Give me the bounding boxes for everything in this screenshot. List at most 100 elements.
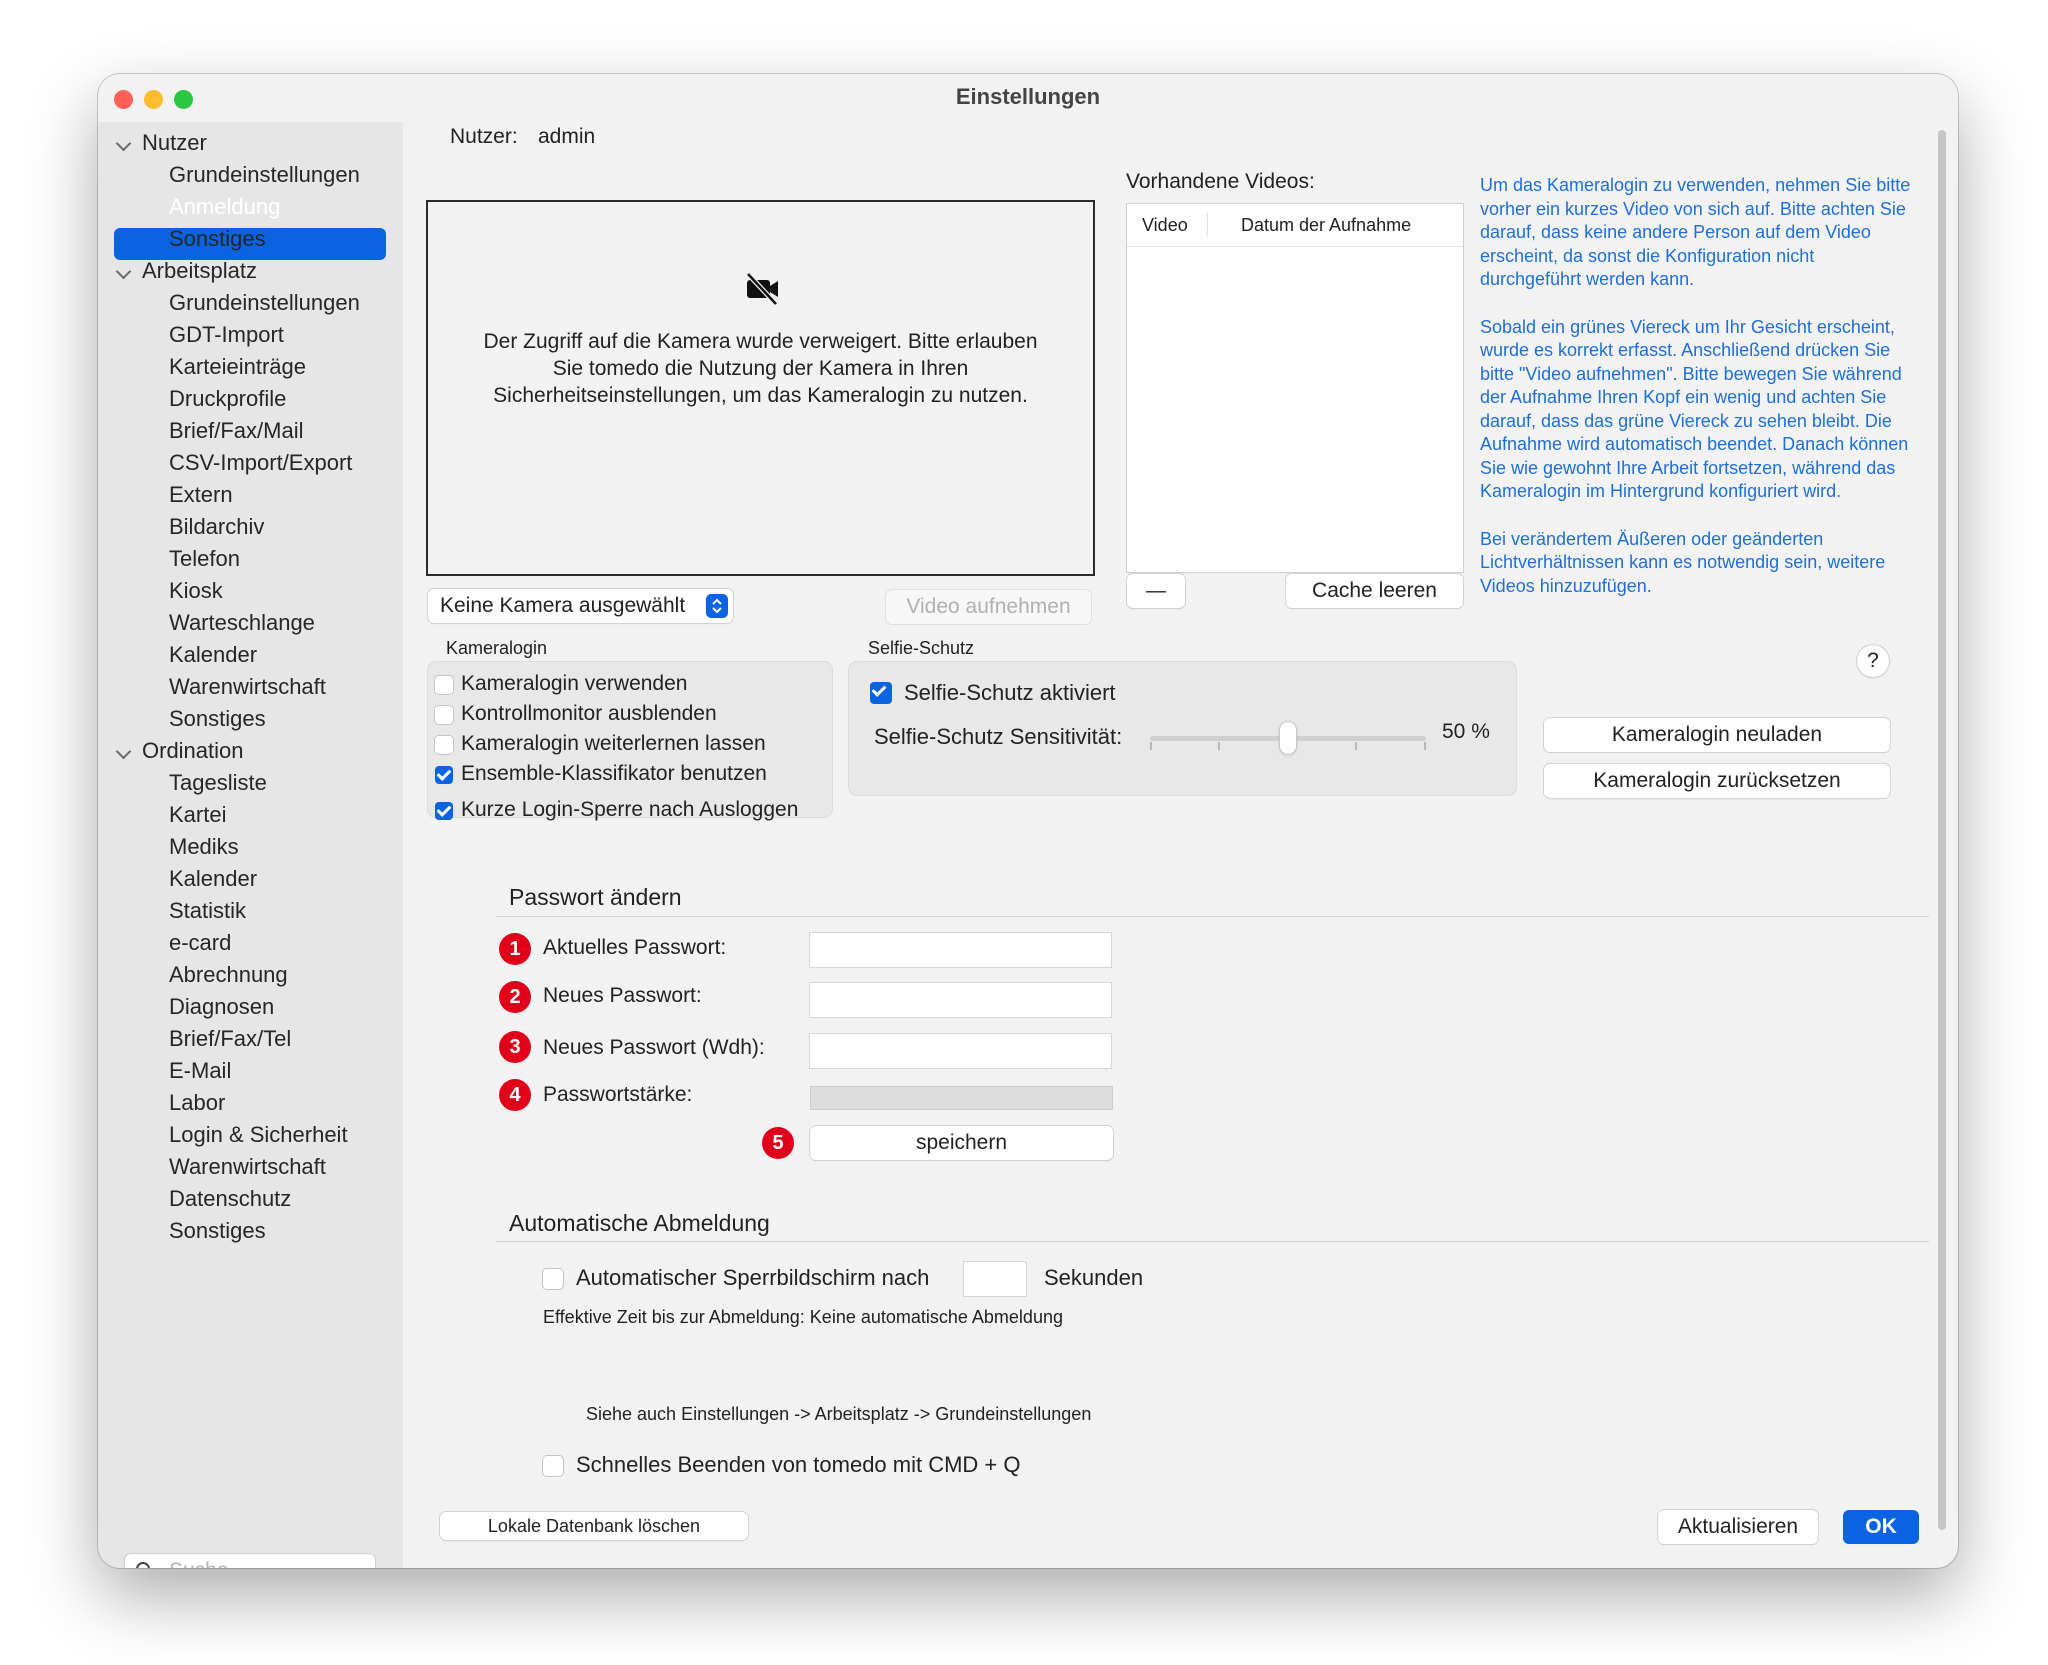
kameralogin-reset-button[interactable]: Kameralogin zurücksetzen — [1544, 764, 1890, 798]
password-strength-bar — [810, 1086, 1113, 1110]
current-password-label: Aktuelles Passwort: — [543, 936, 727, 959]
sidebar-item-karteieintraege[interactable]: Karteieinträge — [169, 351, 306, 383]
kameralogin-reload-button[interactable]: Kameralogin neuladen — [1544, 718, 1890, 752]
sidebar-item-ordination-sonstiges[interactable]: Sonstiges — [169, 1215, 266, 1247]
scrollbar-thumb[interactable] — [1938, 130, 1946, 1530]
sidebar-group-nutzer[interactable]: Nutzer — [142, 127, 207, 159]
slider-tick — [1424, 742, 1426, 750]
password-section-title: Passwort ändern — [509, 884, 682, 910]
selfie-enabled-checkbox[interactable] — [870, 682, 892, 704]
sidebar-item-e-card[interactable]: e-card — [169, 927, 231, 959]
remove-video-button[interactable]: — — [1127, 574, 1185, 608]
sidebar: Nutzer Grundeinstellungen Anmeldung Sons… — [98, 122, 403, 1568]
auto-lock-checkbox[interactable] — [543, 1269, 563, 1289]
seconds-label: Sekunden — [1044, 1265, 1144, 1290]
camera-select[interactable]: Keine Kamera ausgewählt — [428, 589, 733, 623]
quick-quit-checkbox[interactable] — [543, 1456, 563, 1476]
help-button[interactable]: ? — [1857, 645, 1889, 677]
slider-tick — [1218, 742, 1220, 750]
user-label: Nutzer: — [450, 125, 518, 148]
selfie-title: Selfie-Schutz — [868, 638, 975, 658]
sidebar-item-brief-fax-tel[interactable]: Brief/Fax/Tel — [169, 1023, 291, 1055]
title-bar: Einstellungen — [98, 74, 1958, 122]
sidebar-item-telefon[interactable]: Telefon — [169, 543, 240, 575]
videos-table[interactable]: Video Datum der Aufnahme — [1127, 204, 1463, 572]
password-strength-label: Passwortstärke: — [543, 1083, 693, 1106]
videos-title: Vorhandene Videos: — [1126, 170, 1315, 193]
new-password-label: Neues Passwort: — [543, 984, 702, 1007]
weiterlernen-checkbox[interactable] — [435, 736, 453, 754]
sidebar-item-arbeitsplatz-warenwirtschaft[interactable]: Warenwirtschaft — [169, 671, 326, 703]
current-password-field[interactable] — [810, 933, 1111, 967]
camera-denied-message: Der Zugriff auf die Kamera wurde verweig… — [483, 330, 1038, 407]
sidebar-item-brief-fax-mail[interactable]: Brief/Fax/Mail — [169, 415, 303, 447]
sidebar-item-warteschlange[interactable]: Warteschlange — [169, 607, 315, 639]
sidebar-item-csv-import-export[interactable]: CSV-Import/Export — [169, 447, 352, 479]
videos-table-header: Video Datum der Aufnahme — [1127, 204, 1463, 247]
sidebar-item-mediks[interactable]: Mediks — [169, 831, 239, 863]
sidebar-item-e-mail[interactable]: E-Mail — [169, 1055, 231, 1087]
step-badge-5: 5 — [762, 1127, 794, 1159]
sidebar-item-anmeldung[interactable]: Anmeldung — [169, 191, 280, 223]
sidebar-item-bildarchiv[interactable]: Bildarchiv — [169, 511, 264, 543]
effective-time-text: Effektive Zeit bis zur Abmeldung: Keine … — [543, 1307, 1063, 1327]
video-record-button[interactable]: Video aufnehmen — [886, 590, 1091, 624]
cache-clear-button[interactable]: Cache leeren — [1286, 574, 1463, 608]
sidebar-item-druckprofile[interactable]: Druckprofile — [169, 383, 286, 415]
refresh-button[interactable]: Aktualisieren — [1658, 1510, 1818, 1544]
sidebar-item-arbeitsplatz-kalender[interactable]: Kalender — [169, 639, 257, 671]
repeat-password-field[interactable] — [810, 1034, 1111, 1068]
login-sperre-label: Kurze Login-Sperre nach Ausloggen — [461, 798, 799, 821]
sidebar-item-abrechnung[interactable]: Abrechnung — [169, 959, 288, 991]
sidebar-item-gdt-import[interactable]: GDT-Import — [169, 319, 284, 351]
section-divider — [496, 916, 1929, 917]
save-password-button[interactable]: speichern — [810, 1126, 1113, 1160]
sensitivity-value: 50 % — [1442, 720, 1490, 743]
sidebar-group-ordination[interactable]: Ordination — [142, 735, 244, 767]
step-badge-3: 3 — [499, 1031, 531, 1063]
chevron-down-icon[interactable] — [115, 135, 132, 152]
kameralogin-verwenden-checkbox[interactable] — [435, 676, 453, 694]
sidebar-item-diagnosen[interactable]: Diagnosen — [169, 991, 274, 1023]
sidebar-item-statistik[interactable]: Statistik — [169, 895, 246, 927]
sidebar-item-ordination-warenwirtschaft[interactable]: Warenwirtschaft — [169, 1151, 326, 1183]
seconds-input[interactable] — [964, 1262, 1026, 1296]
slider-tick — [1355, 742, 1357, 750]
sensitivity-slider-knob[interactable] — [1280, 722, 1296, 754]
weiterlernen-label: Kameralogin weiterlernen lassen — [461, 732, 766, 755]
camera-preview: Der Zugriff auf die Kamera wurde verweig… — [426, 200, 1095, 576]
column-header-video[interactable]: Video — [1142, 215, 1188, 236]
kameralogin-title: Kameralogin — [446, 638, 548, 658]
selfie-enabled-label: Selfie-Schutz aktiviert — [904, 680, 1116, 705]
login-sperre-checkbox[interactable] — [435, 802, 453, 820]
chevron-down-icon[interactable] — [115, 263, 132, 280]
sidebar-item-login-sicherheit[interactable]: Login & Sicherheit — [169, 1119, 348, 1151]
column-header-datum[interactable]: Datum der Aufnahme — [1241, 215, 1411, 236]
sidebar-item-nutzer-grundeinstellungen[interactable]: Grundeinstellungen — [169, 159, 360, 191]
sidebar-item-ordination-kalender[interactable]: Kalender — [169, 863, 257, 895]
info-paragraph: Sobald ein grünes Viereck um Ihr Gesicht… — [1480, 316, 1909, 502]
step-badge-1: 1 — [499, 933, 531, 965]
ensemble-checkbox[interactable] — [435, 766, 453, 784]
sidebar-item-labor[interactable]: Labor — [169, 1087, 225, 1119]
quick-quit-label: Schnelles Beenden von tomedo mit CMD + Q — [576, 1452, 1021, 1477]
sidebar-item-arbeitsplatz-grundeinstellungen[interactable]: Grundeinstellungen — [169, 287, 360, 319]
sidebar-item-nutzer-sonstiges[interactable]: Sonstiges — [169, 223, 266, 255]
delete-local-database-button[interactable]: Lokale Datenbank löschen — [440, 1512, 748, 1540]
settings-window: Einstellungen Nutzer Grundeinstellungen … — [98, 74, 1958, 1568]
kontrollmonitor-checkbox[interactable] — [435, 706, 453, 724]
ensemble-label: Ensemble-Klassifikator benutzen — [461, 762, 767, 785]
sidebar-item-datenschutz[interactable]: Datenschutz — [169, 1183, 291, 1215]
sidebar-item-extern[interactable]: Extern — [169, 479, 233, 511]
user-value: admin — [538, 125, 596, 148]
sidebar-item-tagesliste[interactable]: Tagesliste — [169, 767, 267, 799]
sidebar-item-arbeitsplatz-sonstiges[interactable]: Sonstiges — [169, 703, 266, 735]
sidebar-search-field[interactable]: Suche — [125, 1554, 375, 1568]
sidebar-item-kiosk[interactable]: Kiosk — [169, 575, 223, 607]
new-password-field[interactable] — [810, 983, 1111, 1017]
ok-button[interactable]: OK — [1843, 1510, 1919, 1544]
selfie-sensitivity-label: Selfie-Schutz Sensitivität: — [874, 724, 1123, 749]
sidebar-group-arbeitsplatz[interactable]: Arbeitsplatz — [142, 255, 257, 287]
sidebar-item-kartei[interactable]: Kartei — [169, 799, 226, 831]
chevron-down-icon[interactable] — [115, 743, 132, 760]
